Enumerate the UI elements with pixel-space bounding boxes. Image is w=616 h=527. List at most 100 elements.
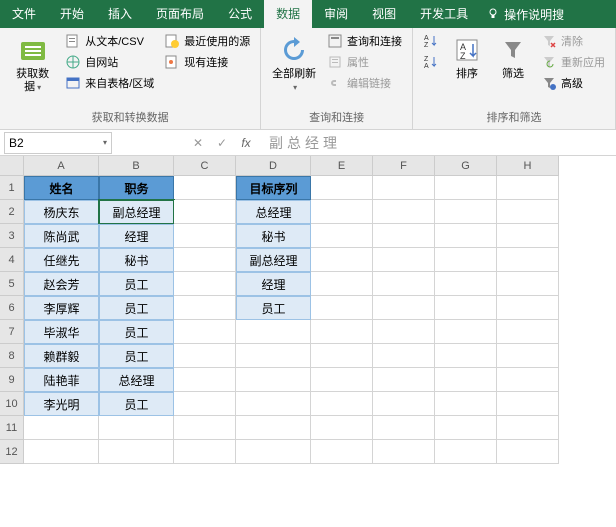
cell-D1[interactable]: 目标序列 <box>236 176 311 200</box>
reapply-button[interactable]: 重新应用 <box>539 53 607 71</box>
col-header-C[interactable]: C <box>174 156 236 176</box>
cancel-button[interactable]: ✕ <box>187 132 209 154</box>
cell-C12[interactable] <box>174 440 236 464</box>
cell-B1[interactable]: 职务 <box>99 176 174 200</box>
queries-button[interactable]: 查询和连接 <box>325 32 404 50</box>
cell-G7[interactable] <box>435 320 497 344</box>
tab-home[interactable]: 开始 <box>48 0 96 28</box>
cell-H9[interactable] <box>497 368 559 392</box>
cell-A6[interactable]: 李厚辉 <box>24 296 99 320</box>
cell-A2[interactable]: 杨庆东 <box>24 200 99 224</box>
row-header-6[interactable]: 6 <box>0 296 24 320</box>
cell-A1[interactable]: 姓名 <box>24 176 99 200</box>
cell-C11[interactable] <box>174 416 236 440</box>
cell-E6[interactable] <box>311 296 373 320</box>
cell-A7[interactable]: 毕淑华 <box>24 320 99 344</box>
cell-G11[interactable] <box>435 416 497 440</box>
cell-C10[interactable] <box>174 392 236 416</box>
cell-D8[interactable] <box>236 344 311 368</box>
cell-A4[interactable]: 任继先 <box>24 248 99 272</box>
cell-G4[interactable] <box>435 248 497 272</box>
sort-button[interactable]: AZ 排序 <box>447 32 487 83</box>
cell-C1[interactable] <box>174 176 236 200</box>
cell-A12[interactable] <box>24 440 99 464</box>
cell-D6[interactable]: 员工 <box>236 296 311 320</box>
recent-sources-button[interactable]: 最近使用的源 <box>162 32 252 50</box>
cell-G12[interactable] <box>435 440 497 464</box>
col-header-D[interactable]: D <box>236 156 311 176</box>
row-header-11[interactable]: 11 <box>0 416 24 440</box>
formula-input[interactable] <box>263 132 616 154</box>
tell-me-search[interactable]: 操作说明搜 <box>480 6 570 23</box>
cell-C3[interactable] <box>174 224 236 248</box>
cell-B10[interactable]: 员工 <box>99 392 174 416</box>
cell-F12[interactable] <box>373 440 435 464</box>
cell-B9[interactable]: 总经理 <box>99 368 174 392</box>
cell-G1[interactable] <box>435 176 497 200</box>
cell-B11[interactable] <box>99 416 174 440</box>
existing-conn-button[interactable]: 现有连接 <box>162 53 252 71</box>
row-header-10[interactable]: 10 <box>0 392 24 416</box>
sort-desc-button[interactable]: ZA <box>421 53 441 71</box>
row-header-7[interactable]: 7 <box>0 320 24 344</box>
col-header-B[interactable]: B <box>99 156 174 176</box>
cell-E12[interactable] <box>311 440 373 464</box>
row-header-8[interactable]: 8 <box>0 344 24 368</box>
col-header-E[interactable]: E <box>311 156 373 176</box>
cell-E3[interactable] <box>311 224 373 248</box>
cell-B12[interactable] <box>99 440 174 464</box>
cell-G8[interactable] <box>435 344 497 368</box>
tab-file[interactable]: 文件 <box>0 0 48 28</box>
col-header-F[interactable]: F <box>373 156 435 176</box>
tab-insert[interactable]: 插入 <box>96 0 144 28</box>
cell-G9[interactable] <box>435 368 497 392</box>
cell-F5[interactable] <box>373 272 435 296</box>
confirm-button[interactable]: ✓ <box>211 132 233 154</box>
cell-H3[interactable] <box>497 224 559 248</box>
cell-A11[interactable] <box>24 416 99 440</box>
cell-F2[interactable] <box>373 200 435 224</box>
from-web-button[interactable]: 自网站 <box>63 53 156 71</box>
cell-D5[interactable]: 经理 <box>236 272 311 296</box>
cell-G6[interactable] <box>435 296 497 320</box>
cell-B5[interactable]: 员工 <box>99 272 174 296</box>
row-header-2[interactable]: 2 <box>0 200 24 224</box>
cell-D12[interactable] <box>236 440 311 464</box>
cell-H8[interactable] <box>497 344 559 368</box>
cell-C6[interactable] <box>174 296 236 320</box>
cell-F6[interactable] <box>373 296 435 320</box>
row-header-9[interactable]: 9 <box>0 368 24 392</box>
row-header-12[interactable]: 12 <box>0 440 24 464</box>
cell-A5[interactable]: 赵会芳 <box>24 272 99 296</box>
cell-F11[interactable] <box>373 416 435 440</box>
tab-layout[interactable]: 页面布局 <box>144 0 216 28</box>
tab-data[interactable]: 数据 <box>264 0 312 28</box>
cell-H5[interactable] <box>497 272 559 296</box>
cell-E4[interactable] <box>311 248 373 272</box>
select-all-corner[interactable] <box>0 156 24 176</box>
cell-H7[interactable] <box>497 320 559 344</box>
cell-F10[interactable] <box>373 392 435 416</box>
tab-review[interactable]: 审阅 <box>312 0 360 28</box>
cell-D3[interactable]: 秘书 <box>236 224 311 248</box>
cell-F1[interactable] <box>373 176 435 200</box>
cell-H6[interactable] <box>497 296 559 320</box>
properties-button[interactable]: 属性 <box>325 53 404 71</box>
cell-C8[interactable] <box>174 344 236 368</box>
cell-H2[interactable] <box>497 200 559 224</box>
cell-A8[interactable]: 赖群毅 <box>24 344 99 368</box>
cell-B2[interactable]: 副总经理 <box>99 200 174 224</box>
cell-A3[interactable]: 陈尚武 <box>24 224 99 248</box>
cell-E5[interactable] <box>311 272 373 296</box>
col-header-G[interactable]: G <box>435 156 497 176</box>
cell-E9[interactable] <box>311 368 373 392</box>
name-box[interactable]: B2 ▾ <box>4 132 112 154</box>
row-header-5[interactable]: 5 <box>0 272 24 296</box>
cell-E1[interactable] <box>311 176 373 200</box>
cell-B8[interactable]: 员工 <box>99 344 174 368</box>
from-table-button[interactable]: 来自表格/区域 <box>63 74 156 92</box>
cell-G5[interactable] <box>435 272 497 296</box>
cell-B7[interactable]: 员工 <box>99 320 174 344</box>
cell-H12[interactable] <box>497 440 559 464</box>
cell-G2[interactable] <box>435 200 497 224</box>
